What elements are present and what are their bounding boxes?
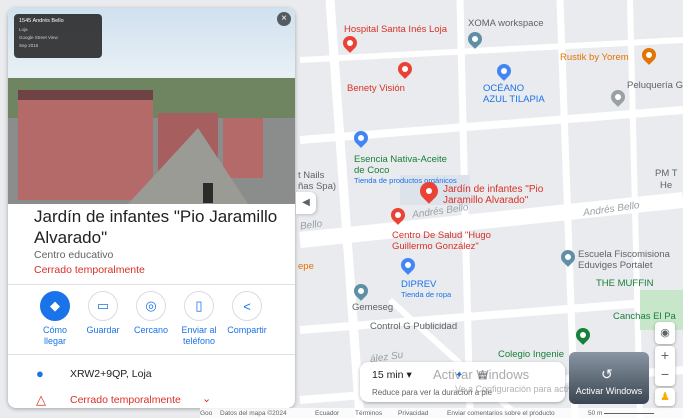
share-label: Compartir	[227, 325, 267, 335]
poi-esencia-2[interactable]: de Coco	[354, 165, 389, 176]
poi-gemeseg[interactable]: Gemeseg	[352, 302, 393, 313]
nearby-icon: ◎	[136, 291, 166, 321]
poi-pm-1[interactable]: PM T	[655, 168, 678, 179]
street-view-thumbnail[interactable]: ↺ Activar Windows	[569, 352, 649, 404]
divider	[8, 354, 295, 355]
poi-the-muffin[interactable]: THE MUFFIN	[596, 278, 654, 289]
chevron-left-icon: ◀	[302, 197, 310, 208]
place-panel: 1545 Andrés Bello Loja Google Street Vie…	[8, 8, 295, 408]
my-location-button[interactable]: ◉	[655, 322, 675, 344]
poi-pm-2[interactable]: He	[660, 180, 672, 191]
travel-time-value: 15 min	[372, 369, 404, 381]
my-location-icon: ◉	[660, 327, 670, 339]
photo-caption-address: 1545 Andrés Bello	[19, 18, 64, 24]
photo-caption-source: Google Street View	[19, 35, 58, 40]
zoom-out-button[interactable]: −	[655, 365, 675, 384]
send-to-phone-button[interactable]: ▯ Enviar al teléfono	[175, 291, 223, 347]
poi-escuela-1[interactable]: Escuela Fiscomisiona	[578, 249, 670, 260]
close-icon[interactable]: ×	[277, 12, 291, 26]
directions-label: Cómo llegar	[42, 325, 67, 346]
poi-canchas[interactable]: Canchas El Pa	[613, 311, 676, 322]
travel-time-dropdown[interactable]: 15 min ▾	[372, 369, 412, 381]
scale-label[interactable]: 50 m	[588, 410, 602, 417]
photo-info-box[interactable]: 1545 Andrés Bello Loja Google Street Vie…	[14, 14, 102, 58]
country-link[interactable]: Ecuador	[315, 410, 339, 417]
poi-esencia-1[interactable]: Esencia Nativa-Aceite	[354, 154, 447, 165]
selected-place-label-2[interactable]: Jaramillo Alvarado"	[443, 195, 528, 206]
share-icon: <	[232, 291, 262, 321]
send-to-phone-icon: ▯	[184, 291, 214, 321]
pegman-button[interactable]: ♟	[655, 388, 675, 406]
poi-nails-2[interactable]: ñas Spa)	[298, 181, 336, 192]
dropdown-arrow-icon: ▾	[406, 369, 412, 381]
terms-link[interactable]: Términos	[355, 410, 382, 417]
poi-epe[interactable]: epe	[298, 261, 314, 272]
directions-button[interactable]: ◆ Cómo llegar	[31, 291, 79, 347]
nearby-button[interactable]: ◎ Cercano	[127, 291, 175, 336]
nearby-label: Cercano	[133, 325, 169, 335]
poi-benety-vision[interactable]: Benety Visión	[347, 83, 405, 94]
share-button[interactable]: < Compartir	[223, 291, 271, 336]
directions-icon: ◆	[40, 291, 70, 321]
scale-bar	[604, 413, 654, 414]
poi-colegio[interactable]: Colegio Ingenie	[498, 349, 564, 360]
photo-caption-date: Sep 2015	[19, 43, 39, 48]
send-to-phone-label: Enviar al teléfono	[181, 325, 217, 346]
save-button[interactable]: ▭ Guardar	[79, 291, 127, 336]
poi-centro-salud-2[interactable]: Guillermo González"	[392, 241, 479, 252]
warning-icon: △	[36, 392, 46, 407]
place-status: Cerrado temporalmente	[34, 264, 145, 276]
zoom-in-button[interactable]: +	[655, 346, 675, 365]
bookmark-icon: ▭	[88, 291, 118, 321]
poi-control-g[interactable]: Control G Publicidad	[370, 321, 457, 332]
save-label: Guardar	[86, 325, 120, 335]
poi-oceano-1[interactable]: OCÉANO	[483, 83, 524, 94]
google-logo: Goo	[200, 410, 213, 417]
plus-code-text: XRW2+9QP, Loja	[70, 368, 152, 380]
poi-diprev-sub: Tienda de ropa	[401, 290, 452, 299]
map-data-link[interactable]: Datos del mapa ©2024	[220, 410, 287, 417]
poi-nails-1[interactable]: t Nails	[298, 170, 324, 181]
poi-diprev[interactable]: DIPREV	[401, 279, 436, 290]
photo-caption-city: Loja	[19, 27, 28, 32]
location-pin-icon: ●	[36, 366, 44, 381]
street-view-photo[interactable]: 1545 Andrés Bello Loja Google Street Vie…	[8, 8, 295, 204]
street-view-label: Activar Windows	[575, 386, 643, 396]
poi-oceano-2[interactable]: AZUL TILAPIA	[483, 94, 545, 105]
poi-escuela-2[interactable]: Eduviges Portalet	[578, 260, 652, 271]
collapse-panel-button[interactable]: ◀	[296, 192, 316, 214]
place-category: Centro educativo	[34, 249, 114, 261]
map-footer: Goo Datos del mapa ©2024 Ecuador Término…	[200, 408, 683, 418]
feedback-link[interactable]: Enviar comentarios sobre el producto	[447, 410, 555, 417]
poi-hospital-santa-ines[interactable]: Hospital Santa Inés Loja	[344, 24, 447, 35]
hours-row[interactable]: △ Cerrado temporalmente ⌄	[8, 386, 295, 408]
pegman-icon: ♟	[660, 391, 670, 403]
poi-xoma[interactable]: XOMA workspace	[468, 18, 544, 29]
windows-watermark-title: Activar Windows	[433, 367, 530, 382]
poi-centro-salud-1[interactable]: Centro De Salud "Hugo	[392, 230, 491, 241]
place-title: Jardín de infantes "Pio Jaramillo Alvara…	[34, 207, 278, 247]
zoom-controls: + −	[655, 346, 675, 386]
privacy-link[interactable]: Privacidad	[398, 410, 428, 417]
street-view-rotate-icon: ↺	[601, 366, 613, 382]
divider	[8, 284, 295, 285]
poi-rustik[interactable]: Rustik by Yorem	[560, 52, 629, 63]
plus-code-row[interactable]: ● XRW2+9QP, Loja	[8, 360, 295, 388]
selected-place-label-1[interactable]: Jardín de infantes "Pio	[443, 184, 543, 195]
hours-status-text: Cerrado temporalmente	[70, 394, 181, 406]
poi-peluqueria[interactable]: Peluquería GUA	[627, 80, 683, 91]
poi-esencia-sub: Tienda de productos orgánicos	[354, 176, 457, 185]
chevron-down-icon[interactable]: ⌄	[202, 392, 211, 405]
